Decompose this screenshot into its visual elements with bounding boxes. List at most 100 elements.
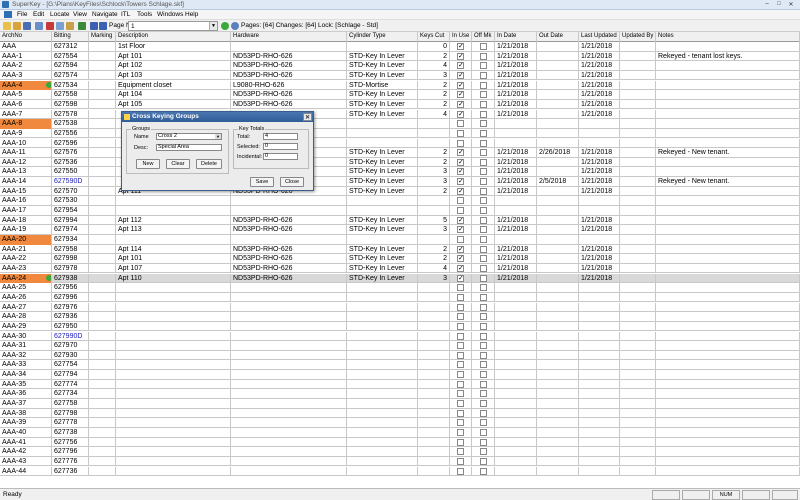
hardware-cell[interactable] xyxy=(231,350,347,361)
in-use-cell[interactable] xyxy=(450,456,472,467)
in-use-checkbox[interactable] xyxy=(457,467,464,475)
in-date-cell[interactable] xyxy=(495,418,537,428)
in-date-cell[interactable] xyxy=(495,331,537,341)
updated-by-cell[interactable] xyxy=(620,235,656,245)
last-updated-cell[interactable] xyxy=(579,196,620,206)
out-date-cell[interactable] xyxy=(537,437,579,448)
updated-by-cell[interactable] xyxy=(620,138,656,148)
table-row[interactable]: AAA-12 627536 STD-Key In Lever 2 1/21/2018 1/… xyxy=(0,157,800,168)
archno-cell[interactable]: AAA-37 xyxy=(0,399,52,409)
in-use-checkbox[interactable] xyxy=(457,52,464,61)
last-updated-cell[interactable] xyxy=(579,119,620,129)
menu-windows[interactable]: Windows xyxy=(157,11,183,18)
hardware-cell[interactable] xyxy=(231,408,347,419)
in-date-cell[interactable] xyxy=(495,447,537,457)
last-updated-cell[interactable] xyxy=(579,292,620,303)
keys-cut-cell[interactable]: 3 xyxy=(418,177,450,187)
in-use-cell[interactable] xyxy=(450,99,472,110)
out-date-cell[interactable] xyxy=(537,312,579,322)
off-mk-cell[interactable] xyxy=(472,128,495,139)
off-mk-checkbox[interactable] xyxy=(480,168,487,176)
in-date-cell[interactable]: 1/21/2018 xyxy=(495,61,537,71)
out-date-cell[interactable] xyxy=(537,119,579,129)
table-row[interactable]: AAA-34 627794 xyxy=(0,370,800,380)
notes-cell[interactable] xyxy=(656,331,800,341)
off-mk-cell[interactable] xyxy=(472,379,495,390)
bitting-cell[interactable]: 627756 xyxy=(52,437,89,448)
updated-by-cell[interactable] xyxy=(620,273,656,284)
off-mk-cell[interactable] xyxy=(472,225,495,235)
table-row[interactable]: AAA-30 627990D xyxy=(0,331,800,341)
in-use-cell[interactable] xyxy=(450,408,472,419)
in-use-cell[interactable] xyxy=(450,177,472,187)
in-use-checkbox[interactable] xyxy=(457,342,464,350)
off-mk-checkbox[interactable] xyxy=(480,197,487,205)
cylinder-type-cell[interactable] xyxy=(347,399,418,409)
off-mk-checkbox[interactable] xyxy=(480,390,487,398)
notes-cell[interactable] xyxy=(656,263,800,274)
bitting-cell[interactable]: 627570 xyxy=(52,186,89,197)
keys-cut-cell[interactable] xyxy=(418,370,450,380)
off-mk-checkbox[interactable] xyxy=(480,274,487,282)
bitting-cell[interactable]: 627774 xyxy=(52,379,89,390)
out-date-cell[interactable] xyxy=(537,466,579,477)
table-row[interactable]: AAA-40 627738 xyxy=(0,428,800,438)
marking-cell[interactable] xyxy=(89,312,116,322)
off-mk-cell[interactable] xyxy=(472,42,495,52)
last-updated-cell[interactable]: 1/21/2018 xyxy=(579,177,620,187)
minimize-button[interactable]: – xyxy=(762,1,772,9)
hardware-cell[interactable] xyxy=(231,206,347,216)
marking-cell[interactable] xyxy=(89,331,116,341)
in-use-checkbox[interactable] xyxy=(457,438,464,446)
out-date-cell[interactable] xyxy=(537,302,579,313)
out-date-cell[interactable] xyxy=(537,389,579,399)
in-date-cell[interactable]: 1/21/2018 xyxy=(495,215,537,226)
archno-cell[interactable]: AAA-22 xyxy=(0,254,52,264)
description-cell[interactable] xyxy=(116,389,231,399)
archno-cell[interactable]: AAA-33 xyxy=(0,360,52,370)
hardware-cell[interactable]: ND53PD-RHO-626 xyxy=(231,244,347,255)
in-use-checkbox[interactable] xyxy=(457,61,464,70)
archno-cell[interactable]: AAA-5 xyxy=(0,90,52,100)
marking-cell[interactable] xyxy=(89,235,116,245)
out-date-cell[interactable] xyxy=(537,51,579,62)
cylinder-type-cell[interactable] xyxy=(347,235,418,245)
notes-cell[interactable] xyxy=(656,283,800,293)
archno-cell[interactable]: AAA-9 xyxy=(0,128,52,139)
in-use-cell[interactable] xyxy=(450,389,472,399)
in-use-checkbox[interactable] xyxy=(457,245,464,254)
in-use-cell[interactable] xyxy=(450,331,472,341)
in-date-cell[interactable] xyxy=(495,389,537,399)
off-mk-checkbox[interactable] xyxy=(480,129,487,137)
last-updated-cell[interactable]: 1/21/2018 xyxy=(579,61,620,71)
in-use-checkbox[interactable] xyxy=(457,293,464,301)
bitting-cell[interactable]: 627970 xyxy=(52,341,89,351)
keys-cut-cell[interactable]: 0 xyxy=(418,42,450,52)
total-field[interactable]: 4 xyxy=(263,133,298,140)
out-date-cell[interactable] xyxy=(537,225,579,235)
keys-cut-cell[interactable] xyxy=(418,206,450,216)
in-use-cell[interactable] xyxy=(450,283,472,293)
last-updated-cell[interactable]: 1/21/2018 xyxy=(579,167,620,177)
last-updated-cell[interactable] xyxy=(579,418,620,428)
in-use-checkbox[interactable] xyxy=(457,236,464,243)
off-mk-cell[interactable] xyxy=(472,360,495,370)
description-cell[interactable]: Apt 110 xyxy=(116,273,231,284)
updated-by-cell[interactable] xyxy=(620,447,656,457)
off-mk-cell[interactable] xyxy=(472,138,495,148)
off-mk-checkbox[interactable] xyxy=(480,313,487,321)
description-cell[interactable] xyxy=(116,428,231,438)
marking-cell[interactable] xyxy=(89,196,116,206)
off-mk-cell[interactable] xyxy=(472,428,495,438)
in-date-cell[interactable] xyxy=(495,138,537,148)
cylinder-type-cell[interactable] xyxy=(347,128,418,139)
keys-cut-cell[interactable] xyxy=(418,302,450,313)
updated-by-cell[interactable] xyxy=(620,408,656,419)
in-use-checkbox[interactable] xyxy=(457,332,464,340)
table-row[interactable]: AAA-38 627798 xyxy=(0,408,800,419)
marking-cell[interactable] xyxy=(89,90,116,100)
hardware-cell[interactable] xyxy=(231,456,347,467)
in-date-cell[interactable] xyxy=(495,119,537,129)
in-date-cell[interactable] xyxy=(495,283,537,293)
updated-by-cell[interactable] xyxy=(620,341,656,351)
